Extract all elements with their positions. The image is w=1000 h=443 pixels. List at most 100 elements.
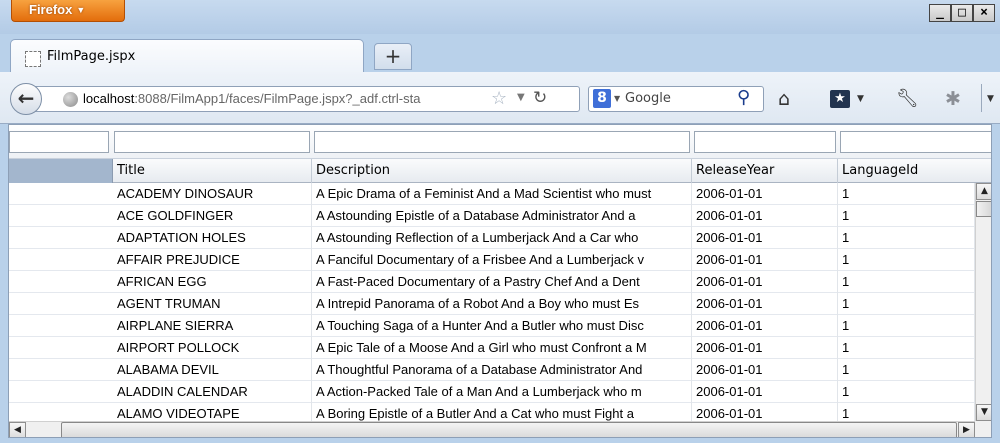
cell-languageid: 1 <box>838 403 975 421</box>
vertical-scroll-thumb[interactable] <box>976 201 991 217</box>
filter-input-description[interactable] <box>314 131 690 153</box>
cell-releaseyear: 2006-01-01 <box>692 227 838 249</box>
table-row[interactable]: ACADEMY DINOSAUR A Epic Drama of a Femini… <box>9 183 975 205</box>
cell-releaseyear: 2006-01-01 <box>692 183 838 205</box>
cell-title: ALABAMA DEVIL <box>113 359 312 381</box>
close-window-button[interactable]: × <box>973 4 995 22</box>
cell-title: ALADDIN CALENDAR <box>113 381 312 403</box>
table-row[interactable]: AGENT TRUMAN A Intrepid Panorama of a Rob… <box>9 293 975 315</box>
cell-releaseyear: 2006-01-01 <box>692 337 838 359</box>
cell-title: AFFAIR PREJUDICE <box>113 249 312 271</box>
cell-title: ADAPTATION HOLES <box>113 227 312 249</box>
table-row[interactable]: AFFAIR PREJUDICE A Fanciful Documentary o… <box>9 249 975 271</box>
filter-input-title[interactable] <box>114 131 310 153</box>
wrench-icon[interactable]: 🔧︎ <box>896 88 919 109</box>
cell-description: A Boring Epistle of a Butler And a Cat w… <box>312 403 692 421</box>
site-identity-icon[interactable] <box>63 92 78 107</box>
cell-languageid: 1 <box>838 337 975 359</box>
filter-input-languageid[interactable] <box>840 131 991 153</box>
filter-input-rowheader[interactable] <box>9 131 109 153</box>
table-row[interactable]: AIRPLANE SIERRA A Touching Saga of a Hunt… <box>9 315 975 337</box>
cell-title: AGENT TRUMAN <box>113 293 312 315</box>
chevron-down-icon[interactable]: ▼ <box>987 94 994 104</box>
table-row[interactable]: ALABAMA DEVIL A Thoughtful Panorama of a … <box>9 359 975 381</box>
chevron-down-icon[interactable]: ▼ <box>857 94 864 104</box>
cell-title: ALAMO VIDEOTAPE <box>113 403 312 421</box>
scroll-down-button[interactable]: ▼ <box>976 404 991 421</box>
new-tab-button[interactable]: + <box>374 43 412 70</box>
cell-releaseyear: 2006-01-01 <box>692 205 838 227</box>
url-text[interactable]: localhost:8088/FilmApp1/faces/FilmPage.j… <box>83 91 473 106</box>
tab-label: FilmPage.jspx <box>47 49 136 64</box>
cell-title: ACE GOLDFINGER <box>113 205 312 227</box>
column-header-title[interactable]: Title <box>113 159 312 183</box>
cell-languageid: 1 <box>838 183 975 205</box>
navigation-toolbar: localhost:8088/FilmApp1/faces/FilmPage.j… <box>0 72 1000 124</box>
url-path: :8088/FilmApp1/faces/FilmPage.jspx?_adf.… <box>134 91 421 106</box>
cell-languageid: 1 <box>838 249 975 271</box>
minimize-button[interactable]: _ <box>929 4 951 22</box>
back-button[interactable]: ← <box>10 83 42 115</box>
bug-icon[interactable]: ✱ <box>945 88 961 110</box>
scroll-up-button[interactable]: ▲ <box>976 183 991 200</box>
url-bar[interactable]: localhost:8088/FilmApp1/faces/FilmPage.j… <box>34 86 580 112</box>
cell-releaseyear: 2006-01-01 <box>692 403 838 421</box>
cell-languageid: 1 <box>838 359 975 381</box>
cell-releaseyear: 2006-01-01 <box>692 381 838 403</box>
column-header-releaseyear[interactable]: ReleaseYear <box>692 159 838 183</box>
cell-description: A Thoughtful Panorama of a Database Admi… <box>312 359 692 381</box>
cell-title: ACADEMY DINOSAUR <box>113 183 312 205</box>
cell-languageid: 1 <box>838 227 975 249</box>
chevron-down-icon[interactable]: ▼ <box>614 94 620 103</box>
table-body: ACADEMY DINOSAUR A Epic Drama of a Femini… <box>9 183 975 421</box>
horizontal-scrollbar[interactable]: ◀ ▶ <box>9 421 975 437</box>
cell-description: A Fanciful Documentary of a Frisbee And … <box>312 249 692 271</box>
search-icon[interactable]: ⚲ <box>737 87 750 108</box>
tab-strip: FilmPage.jspx + <box>0 34 1000 74</box>
filter-input-releaseyear[interactable] <box>694 131 836 153</box>
maximize-button[interactable]: □ <box>951 4 973 22</box>
cell-description: A Astounding Reflection of a Lumberjack … <box>312 227 692 249</box>
cell-description: A Intrepid Panorama of a Robot And a Boy… <box>312 293 692 315</box>
column-header-languageid[interactable]: LanguageId <box>838 159 991 183</box>
table-row[interactable]: AIRPORT POLLOCK A Epic Tale of a Moose An… <box>9 337 975 359</box>
search-bar[interactable]: 8 ▼ Google ⚲ <box>588 86 764 112</box>
cell-releaseyear: 2006-01-01 <box>692 249 838 271</box>
search-engine-icon[interactable]: 8 <box>593 89 611 108</box>
history-dropdown-icon[interactable]: ▼ <box>517 92 525 103</box>
cell-description: A Epic Drama of a Feminist And a Mad Sci… <box>312 183 692 205</box>
horizontal-scroll-thumb[interactable] <box>61 422 957 437</box>
scroll-left-button[interactable]: ◀ <box>9 422 26 437</box>
cell-description: A Fast-Paced Documentary of a Pastry Che… <box>312 271 692 293</box>
cell-languageid: 1 <box>838 381 975 403</box>
tab-filmpage[interactable]: FilmPage.jspx <box>10 39 364 74</box>
search-input[interactable]: Google <box>625 91 671 106</box>
cell-languageid: 1 <box>838 293 975 315</box>
table-row[interactable]: AFRICAN EGG A Fast-Paced Documentary of a… <box>9 271 975 293</box>
cell-languageid: 1 <box>838 271 975 293</box>
home-icon[interactable]: ⌂ <box>778 88 790 110</box>
reload-icon[interactable]: ↻ <box>533 88 547 108</box>
column-header-description[interactable]: Description <box>312 159 692 183</box>
table-header: Title Description ReleaseYear LanguageId <box>9 159 991 183</box>
table-row[interactable]: ALADDIN CALENDAR A Action-Packed Tale of … <box>9 381 975 403</box>
chevron-down-icon: ▼ <box>76 5 86 15</box>
page-content: Title Description ReleaseYear LanguageId… <box>8 124 992 438</box>
cell-releaseyear: 2006-01-01 <box>692 293 838 315</box>
cell-releaseyear: 2006-01-01 <box>692 315 838 337</box>
toolbar-divider <box>981 84 982 112</box>
bookmark-star-icon[interactable]: ☆ <box>491 88 507 109</box>
table-row[interactable]: ALAMO VIDEOTAPE A Boring Epistle of a But… <box>9 403 975 421</box>
vertical-scrollbar[interactable]: ▲ ▼ <box>975 183 991 421</box>
bookmarks-icon[interactable]: ★ <box>830 90 850 108</box>
firefox-menu-button[interactable]: Firefox ▼ <box>11 0 125 22</box>
cell-description: A Epic Tale of a Moose And a Girl who mu… <box>312 337 692 359</box>
filter-row <box>9 125 991 159</box>
cell-releaseyear: 2006-01-01 <box>692 359 838 381</box>
cell-description: A Astounding Epistle of a Database Admin… <box>312 205 692 227</box>
table-row[interactable]: ADAPTATION HOLES A Astounding Reflection … <box>9 227 975 249</box>
table-row[interactable]: ACE GOLDFINGER A Astounding Epistle of a … <box>9 205 975 227</box>
cell-releaseyear: 2006-01-01 <box>692 271 838 293</box>
scroll-right-button[interactable]: ▶ <box>958 422 975 437</box>
cell-title: AIRPORT POLLOCK <box>113 337 312 359</box>
